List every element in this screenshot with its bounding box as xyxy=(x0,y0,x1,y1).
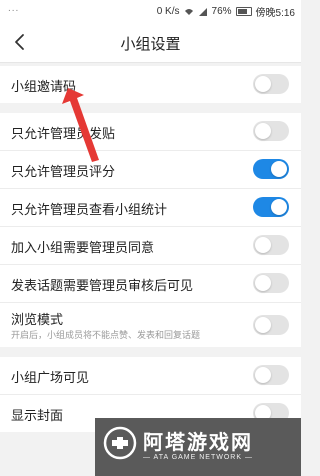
toggle-knob xyxy=(255,237,271,253)
toggle-knob xyxy=(255,76,271,92)
toggle-knob xyxy=(271,161,287,177)
toggle-knob xyxy=(271,199,287,215)
wifi-icon xyxy=(184,8,193,15)
watermark-title: 阿塔游戏网 xyxy=(143,432,253,454)
setting-label: 加入小组需要管理员同意 xyxy=(11,240,155,255)
setting-label: 只允许管理员评分 xyxy=(11,164,116,179)
battery-percent: 76% xyxy=(211,6,232,17)
toggle-knob xyxy=(255,123,271,139)
toggle-knob xyxy=(255,367,271,383)
toggle-knob xyxy=(255,275,271,291)
battery-icon xyxy=(235,7,252,16)
section-gap xyxy=(0,103,301,113)
square-visible-toggle[interactable] xyxy=(253,365,289,385)
status-dots: ... xyxy=(8,3,20,14)
setting-label: 只允许管理员发贴 xyxy=(11,126,116,141)
setting-row-browse-mode[interactable]: 浏览模式 开启后，小组成员将不能点赞、发表和回复话题 xyxy=(0,303,301,347)
nav-bar: 小组设置 xyxy=(0,22,301,63)
net-speed: 0 K/s xyxy=(156,6,180,17)
invite-code-toggle[interactable] xyxy=(253,74,289,94)
setting-row-admin-stats-only[interactable]: 只允许管理员查看小组统计 xyxy=(0,189,301,227)
setting-row-square-visible[interactable]: 小组广场可见 xyxy=(0,357,301,395)
setting-row-post-review[interactable]: 发表话题需要管理员审核后可见 xyxy=(0,265,301,303)
setting-row-join-approval[interactable]: 加入小组需要管理员同意 xyxy=(0,227,301,265)
setting-label: 浏览模式 xyxy=(11,312,64,327)
setting-label: 发表话题需要管理员审核后可见 xyxy=(11,278,194,293)
join-approval-toggle[interactable] xyxy=(253,235,289,255)
setting-description: 开启后，小组成员将不能点赞、发表和回复话题 xyxy=(11,330,201,340)
admin-stats-only-toggle[interactable] xyxy=(253,197,289,217)
section-gap xyxy=(0,347,301,357)
setting-row-admin-post-only[interactable]: 只允许管理员发贴 xyxy=(0,113,301,151)
settings-list: 小组邀请码 只允许管理员发贴 只允许管理员评分 只允许管理员查看小组统计 加入小… xyxy=(0,66,301,432)
setting-label: 只允许管理员查看小组统计 xyxy=(11,202,168,217)
browse-mode-toggle[interactable] xyxy=(253,315,289,335)
setting-label: 小组邀请码 xyxy=(11,79,77,94)
signal-icon xyxy=(198,7,207,16)
setting-label: 显示封面 xyxy=(11,408,64,423)
page-title: 小组设置 xyxy=(120,36,181,53)
watermark-subtitle: — ATA GAME NETWORK — xyxy=(143,454,253,461)
setting-row-invite-code[interactable]: 小组邀请码 xyxy=(0,66,301,103)
setting-row-admin-rate-only[interactable]: 只允许管理员评分 xyxy=(0,151,301,189)
watermark: 阿塔游戏网 — ATA GAME NETWORK — xyxy=(95,418,301,476)
status-bar: ... 0 K/s 76% 傍晚5:16 xyxy=(0,0,301,22)
post-review-toggle[interactable] xyxy=(253,273,289,293)
settings-group-permissions: 只允许管理员发贴 只允许管理员评分 只允许管理员查看小组统计 加入小组需要管理员… xyxy=(0,113,301,347)
admin-post-only-toggle[interactable] xyxy=(253,121,289,141)
toggle-knob xyxy=(255,317,271,333)
gamepad-logo-icon xyxy=(103,426,137,460)
settings-group-invite: 小组邀请码 xyxy=(0,66,301,103)
admin-rate-only-toggle[interactable] xyxy=(253,159,289,179)
status-time: 傍晚5:16 xyxy=(255,8,295,19)
setting-label: 小组广场可见 xyxy=(11,370,90,385)
